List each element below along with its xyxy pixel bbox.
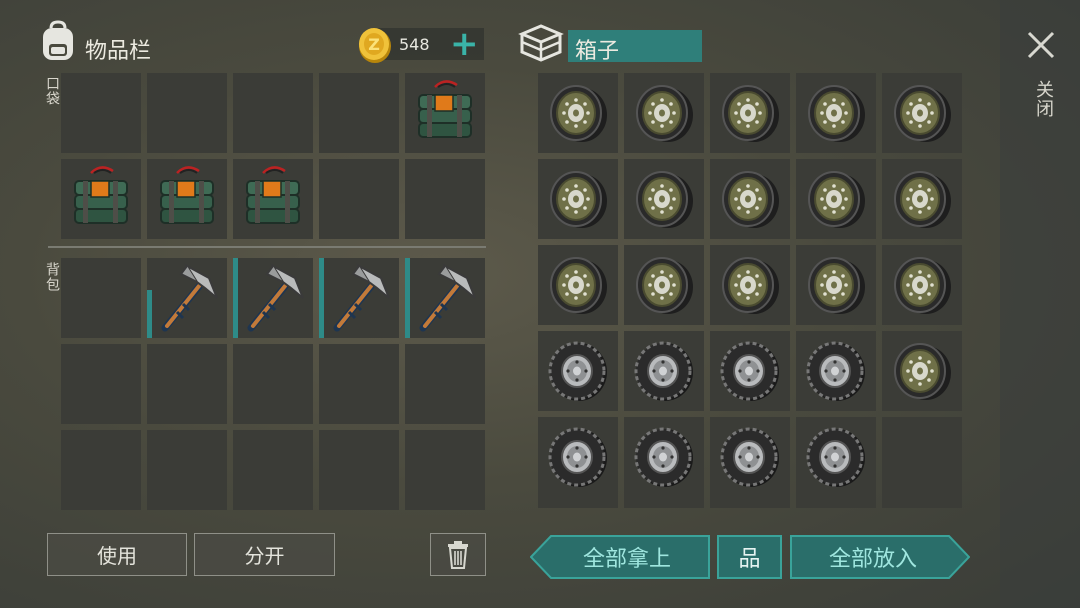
box-slot[interactable] — [538, 245, 618, 325]
box-slot[interactable] — [710, 417, 790, 497]
backpack-slot[interactable] — [147, 258, 227, 338]
pocket-slot[interactable] — [61, 159, 141, 239]
durability-bar — [147, 290, 152, 338]
box-grid-next-row — [538, 494, 962, 508]
durability-bar — [405, 258, 410, 338]
sort-button[interactable]: 品 — [717, 535, 782, 579]
box-slot[interactable] — [710, 159, 790, 239]
box-slot[interactable] — [624, 73, 704, 153]
trash-icon — [448, 540, 468, 569]
backpack-label: 背包 — [44, 262, 60, 292]
box-slot[interactable] — [882, 417, 962, 497]
box-slot[interactable] — [624, 331, 704, 411]
box-slot[interactable] — [882, 159, 962, 239]
box-slot[interactable] — [538, 159, 618, 239]
pocket-label: 口袋 — [44, 76, 60, 106]
box-slot[interactable] — [710, 73, 790, 153]
box-slot[interactable] — [796, 73, 876, 153]
pocket-slot[interactable] — [233, 159, 313, 239]
durability-bar — [319, 258, 324, 338]
take-all-button[interactable]: 全部拿上 — [530, 535, 710, 579]
use-button[interactable]: 使用 — [47, 533, 187, 576]
backpack-slot[interactable] — [61, 258, 141, 338]
box-slot[interactable] — [624, 159, 704, 239]
box-slot[interactable] — [624, 245, 704, 325]
backpack-slot[interactable] — [319, 430, 399, 510]
box-slot[interactable] — [710, 245, 790, 325]
box-slot[interactable] — [624, 417, 704, 497]
pocket-slot[interactable] — [319, 159, 399, 239]
split-button[interactable]: 分开 — [194, 533, 335, 576]
pocket-slot[interactable] — [233, 73, 313, 153]
pocket-slot[interactable] — [405, 159, 485, 239]
backpack-slot[interactable] — [405, 430, 485, 510]
backpack-slot[interactable] — [233, 430, 313, 510]
pocket-slot[interactable] — [61, 73, 141, 153]
take-all-label: 全部拿上 — [582, 547, 671, 572]
backpack-slot[interactable] — [405, 344, 485, 424]
durability-bar — [233, 258, 238, 338]
backpack-slot[interactable] — [233, 344, 313, 424]
pocket-slot[interactable] — [319, 73, 399, 153]
svg-text:Z: Z — [368, 35, 380, 54]
add-currency-button[interactable]: + — [450, 24, 479, 64]
box-slot[interactable] — [796, 245, 876, 325]
backpack-slot[interactable] — [233, 258, 313, 338]
close-label[interactable]: 关闭 — [1030, 80, 1056, 118]
box-slot[interactable] — [796, 331, 876, 411]
trash-button[interactable] — [430, 533, 486, 576]
box-slot[interactable] — [796, 417, 876, 497]
put-all-label: 全部放入 — [828, 547, 917, 572]
pocket-slot[interactable] — [147, 73, 227, 153]
backpack-slot[interactable] — [147, 344, 227, 424]
put-all-button[interactable]: 全部放入 — [790, 535, 970, 579]
box-slot[interactable] — [538, 417, 618, 497]
pocket-slot[interactable] — [147, 159, 227, 239]
sort-icon: 品 — [738, 547, 761, 572]
box-slot[interactable] — [796, 159, 876, 239]
close-icon[interactable] — [1026, 30, 1056, 60]
backpack-icon — [38, 20, 78, 62]
box-title: 箱子 — [575, 39, 620, 64]
box-slot[interactable] — [882, 73, 962, 153]
backpack-slot[interactable] — [319, 258, 399, 338]
backpack-slot[interactable] — [61, 430, 141, 510]
box-slot[interactable] — [710, 331, 790, 411]
backpack-slot[interactable] — [319, 344, 399, 424]
backpack-slot[interactable] — [405, 258, 485, 338]
box-slot[interactable] — [538, 73, 618, 153]
box-icon — [518, 22, 564, 62]
box-slot[interactable] — [882, 331, 962, 411]
inventory-title: 物品栏 — [85, 39, 152, 64]
backpack-slot[interactable] — [147, 430, 227, 510]
box-slot[interactable] — [538, 331, 618, 411]
section-divider — [48, 246, 486, 248]
currency-amount: 548 — [399, 35, 430, 54]
box-slot[interactable] — [882, 245, 962, 325]
backpack-slot[interactable] — [61, 344, 141, 424]
coin-icon: Z — [356, 26, 394, 64]
pocket-slot[interactable] — [405, 73, 485, 153]
